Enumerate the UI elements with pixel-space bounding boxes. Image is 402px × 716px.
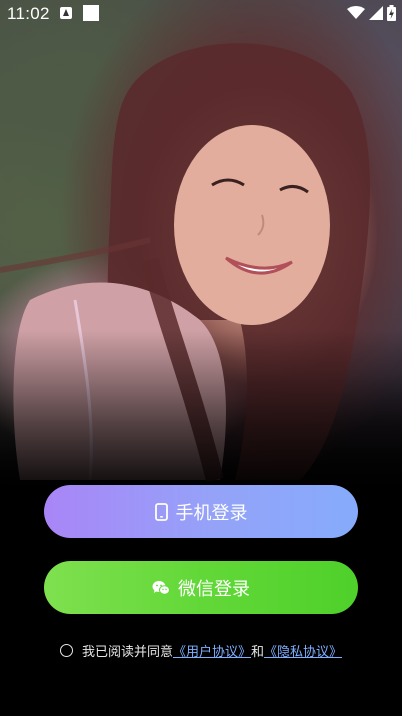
login-screen: 11:02 手机登录 微信登录 我已阅读并同意 《用户协议》 和 《隐私协议》 xyxy=(0,0,402,716)
agreement-and: 和 xyxy=(251,645,265,660)
background-photo xyxy=(0,0,402,500)
status-icons xyxy=(347,5,396,21)
battery-charging-icon xyxy=(387,5,396,21)
square-notification-icon xyxy=(83,5,99,21)
agree-checkbox[interactable] xyxy=(59,644,73,657)
wifi-icon xyxy=(347,6,365,19)
signal-icon xyxy=(369,6,383,20)
phone-login-label: 手机登录 xyxy=(175,502,248,524)
a-notification-icon xyxy=(60,7,72,19)
agreement-prefix: 我已阅读并同意 xyxy=(81,645,173,660)
status-time: 11:02 xyxy=(7,4,50,23)
wechat-login-button[interactable]: 微信登录 xyxy=(44,561,358,614)
photo-gradient-overlay xyxy=(0,330,402,500)
phone-login-button[interactable]: 手机登录 xyxy=(44,485,358,538)
user-agreement-link[interactable]: 《用户协议》 xyxy=(173,641,251,660)
status-bar: 11:02 xyxy=(0,0,402,28)
agreement-row: 我已阅读并同意 《用户协议》 和 《隐私协议》 xyxy=(0,641,402,660)
wechat-icon xyxy=(152,580,170,596)
privacy-agreement-link[interactable]: 《隐私协议》 xyxy=(264,641,342,660)
wechat-login-label: 微信登录 xyxy=(178,578,250,600)
phone-icon xyxy=(154,502,168,521)
